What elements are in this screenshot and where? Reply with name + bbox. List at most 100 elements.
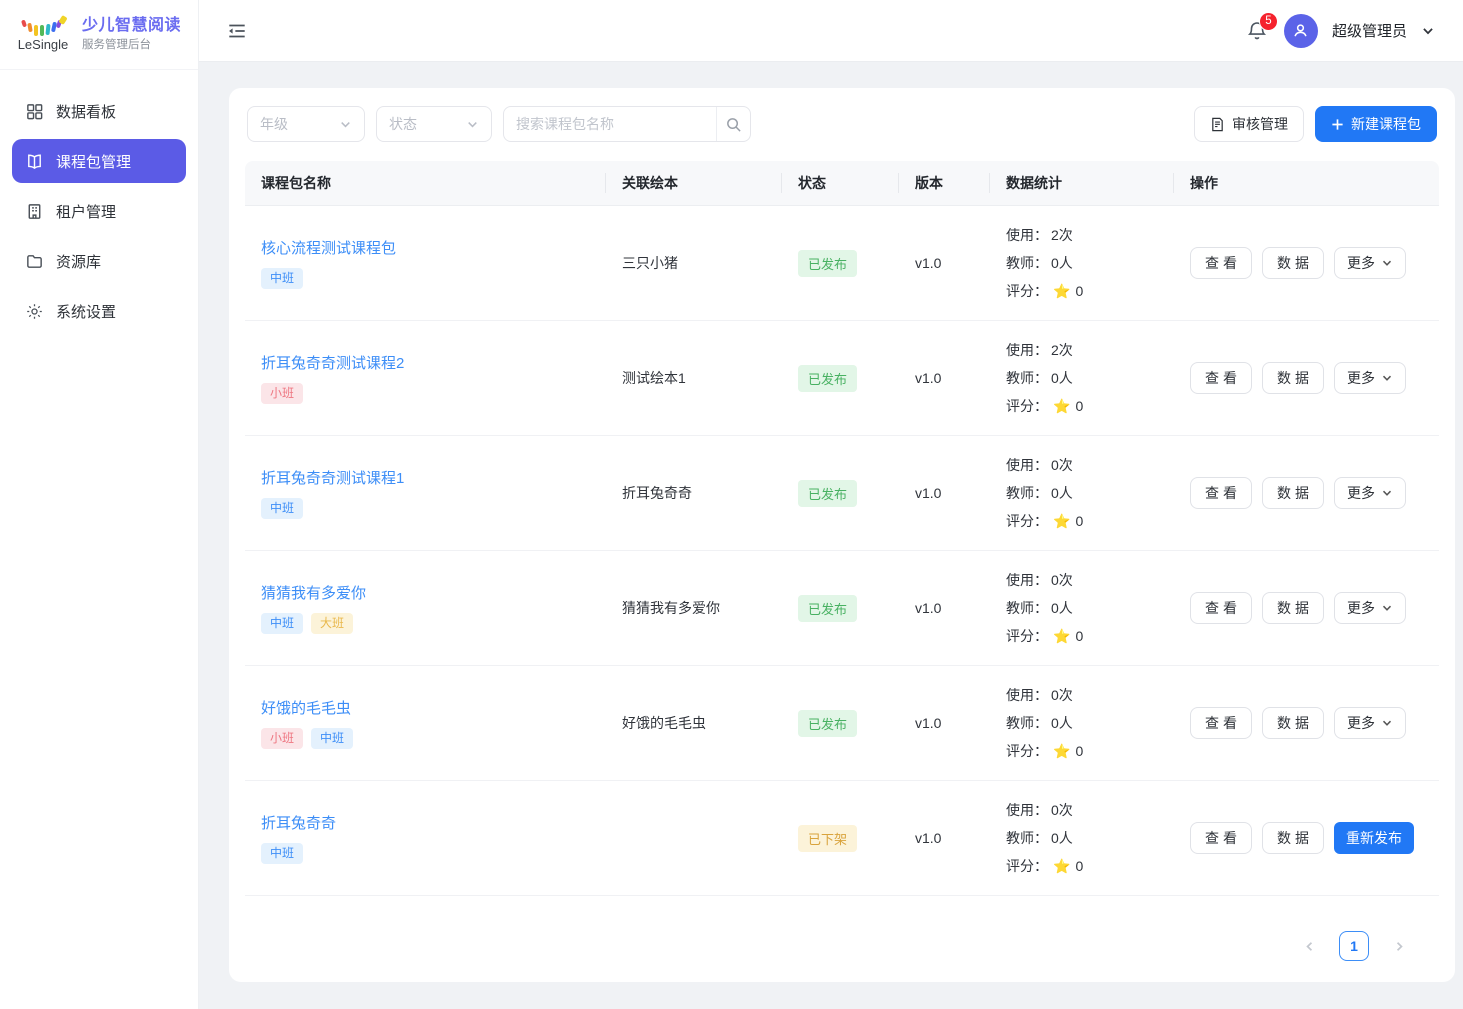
review-management-label: 审核管理	[1232, 114, 1288, 134]
status-badge: 已发布	[798, 365, 857, 392]
review-management-button[interactable]: 审核管理	[1194, 106, 1304, 142]
usage-label: 使用：	[1006, 800, 1048, 820]
content-area: 年级 状态 审核管理	[199, 62, 1463, 1009]
rating-label: 评分：	[1006, 741, 1048, 761]
sidebar-item-label: 数据看板	[56, 101, 116, 122]
package-name-link[interactable]: 核心流程测试课程包	[261, 237, 396, 258]
prev-page-button[interactable]	[1297, 934, 1321, 958]
teachers-label: 教师：	[1006, 598, 1048, 618]
rating-value: 0	[1075, 398, 1083, 414]
book-name: 好饿的毛毛虫	[622, 713, 706, 733]
sidebar-item-dashboard[interactable]: 数据看板	[12, 89, 186, 133]
status-select[interactable]: 状态	[376, 106, 492, 142]
sidebar-nav: 数据看板 课程包管理 租户管理 资源库 系统设置	[0, 89, 198, 333]
page-1-button[interactable]: 1	[1339, 931, 1369, 961]
search-input[interactable]	[504, 116, 716, 132]
star-icon: ⭐	[1053, 283, 1070, 300]
book-name: 测试绘本1	[622, 368, 686, 388]
lesingle-logo: LeSingle	[14, 18, 72, 52]
chevron-left-icon	[1303, 940, 1316, 953]
more-button[interactable]: 更多	[1334, 362, 1406, 394]
version-text: v1.0	[915, 485, 941, 501]
data-button[interactable]: 数据	[1262, 822, 1324, 854]
column-header-actions: 操作	[1174, 161, 1439, 205]
star-icon: ⭐	[1053, 858, 1070, 875]
audit-icon	[1210, 117, 1225, 132]
package-name-link[interactable]: 猜猜我有多爱你	[261, 582, 366, 603]
status-badge: 已发布	[798, 480, 857, 507]
data-button[interactable]: 数据	[1262, 592, 1324, 624]
status-select-placeholder: 状态	[389, 114, 417, 134]
grade-tag: 中班	[261, 843, 303, 865]
status-badge: 已下架	[798, 825, 857, 852]
package-name-link[interactable]: 折耳兔奇奇测试课程1	[261, 467, 404, 488]
next-page-button[interactable]	[1387, 934, 1411, 958]
grade-select-placeholder: 年级	[260, 114, 288, 134]
sidebar-item-course-packages[interactable]: 课程包管理	[12, 139, 186, 183]
sidebar-item-resources[interactable]: 资源库	[12, 239, 186, 283]
menu-fold-icon	[226, 20, 248, 42]
version-text: v1.0	[915, 830, 941, 846]
column-header-status: 状态	[782, 161, 899, 205]
data-button[interactable]: 数据	[1262, 362, 1324, 394]
rating-label: 评分：	[1006, 511, 1048, 531]
notification-badge: 5	[1259, 12, 1278, 31]
teachers-value: 0人	[1051, 368, 1073, 388]
grade-tag: 小班	[261, 383, 303, 405]
sidebar-item-label: 租户管理	[56, 201, 116, 222]
package-name-link[interactable]: 折耳兔奇奇	[261, 812, 336, 833]
table-row: 核心流程测试课程包 中班 三只小猪 已发布 v1.0 使用：2次 教师：0人 评…	[245, 206, 1439, 321]
app-subtitle: 服务管理后台	[82, 38, 181, 52]
view-button[interactable]: 查看	[1190, 362, 1252, 394]
chevron-down-icon	[1381, 717, 1393, 729]
grade-select[interactable]: 年级	[247, 106, 365, 142]
logo-text: LeSingle	[18, 37, 69, 52]
book-name: 三只小猪	[622, 253, 678, 273]
topbar: 5 超级管理员	[199, 0, 1463, 62]
app-title: 少儿智慧阅读	[82, 16, 181, 36]
more-button[interactable]: 更多	[1334, 247, 1406, 279]
rating-value: 0	[1075, 743, 1083, 759]
user-name: 超级管理员	[1332, 20, 1407, 41]
view-button[interactable]: 查看	[1190, 477, 1252, 509]
data-button[interactable]: 数据	[1262, 247, 1324, 279]
sidebar-item-label: 课程包管理	[56, 151, 131, 172]
data-button[interactable]: 数据	[1262, 707, 1324, 739]
sidebar-item-tenants[interactable]: 租户管理	[12, 189, 186, 233]
more-button[interactable]: 更多	[1334, 477, 1406, 509]
chevron-down-icon	[339, 118, 352, 131]
book-name: 猜猜我有多爱你	[622, 598, 720, 618]
sidebar-collapse-button[interactable]	[223, 17, 251, 45]
view-button[interactable]: 查看	[1190, 247, 1252, 279]
data-button[interactable]: 数据	[1262, 477, 1324, 509]
rating-value: 0	[1075, 858, 1083, 874]
sidebar-item-label: 资源库	[56, 251, 101, 272]
usage-value: 0次	[1051, 570, 1073, 590]
usage-label: 使用：	[1006, 455, 1048, 475]
sidebar-item-label: 系统设置	[56, 301, 116, 322]
view-button[interactable]: 查看	[1190, 707, 1252, 739]
avatar[interactable]	[1284, 14, 1318, 48]
package-name-link[interactable]: 好饿的毛毛虫	[261, 697, 351, 718]
user-menu-button[interactable]	[1421, 24, 1435, 38]
plus-icon	[1331, 118, 1344, 131]
more-button[interactable]: 更多	[1334, 592, 1406, 624]
table-row: 折耳兔奇奇 中班 已下架 v1.0 使用：0次 教师：0人 评分：⭐0 查看 数…	[245, 781, 1439, 896]
rating-value: 0	[1075, 513, 1083, 529]
search-button[interactable]	[716, 107, 750, 141]
teachers-value: 0人	[1051, 713, 1073, 733]
more-button[interactable]: 更多	[1334, 707, 1406, 739]
notifications-button[interactable]: 5	[1244, 18, 1270, 44]
more-label: 更多	[1347, 253, 1375, 273]
create-package-button[interactable]: 新建课程包	[1315, 106, 1437, 142]
package-name-link[interactable]: 折耳兔奇奇测试课程2	[261, 352, 404, 373]
more-label: 更多	[1347, 598, 1375, 618]
teachers-label: 教师：	[1006, 368, 1048, 388]
teachers-value: 0人	[1051, 253, 1073, 273]
view-button[interactable]: 查看	[1190, 822, 1252, 854]
user-icon	[1291, 21, 1310, 40]
view-button[interactable]: 查看	[1190, 592, 1252, 624]
republish-button[interactable]: 重新发布	[1334, 822, 1414, 854]
usage-label: 使用：	[1006, 340, 1048, 360]
sidebar-item-settings[interactable]: 系统设置	[12, 289, 186, 333]
